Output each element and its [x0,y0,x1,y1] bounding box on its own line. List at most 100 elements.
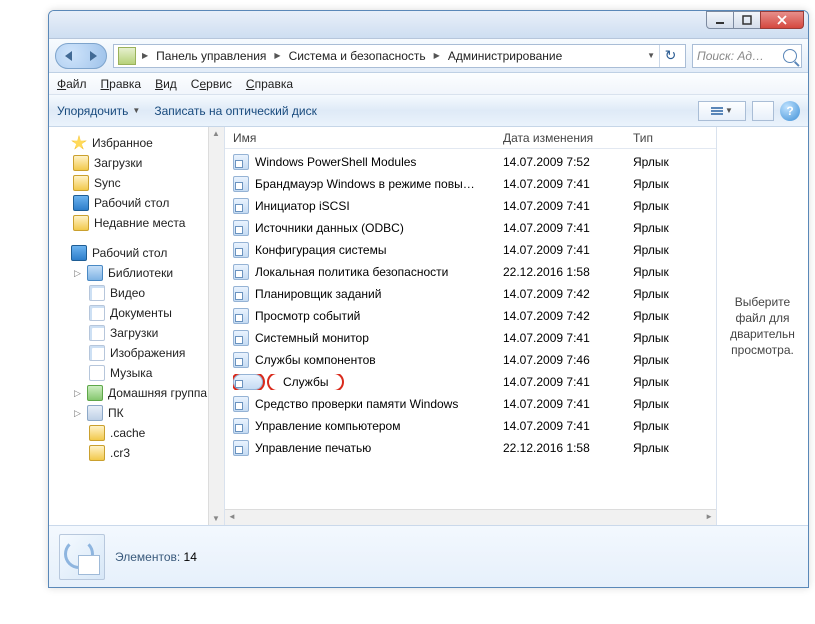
close-button[interactable] [760,11,804,29]
burn-button[interactable]: Записать на оптический диск [154,104,317,118]
file-row[interactable]: Источники данных (ODBC)14.07.2009 7:41Яр… [225,217,716,239]
col-date[interactable]: Дата изменения [503,131,633,145]
sidebar-libraries[interactable]: ▷Библиотеки [49,263,224,283]
crumb-control-panel[interactable]: Панель управления [150,45,272,67]
file-row[interactable]: Системный монитор14.07.2009 7:41Ярлык [225,327,716,349]
file-row[interactable]: Службы компонентов14.07.2009 7:46Ярлык [225,349,716,371]
menu-help[interactable]: Справка [246,77,293,91]
file-name: Источники данных (ODBC) [255,221,404,235]
file-row[interactable]: Конфигурация системы14.07.2009 7:41Ярлык [225,239,716,261]
shortcut-icon [233,242,249,258]
sidebar-item-cache[interactable]: .cache [49,423,224,443]
chevron-right-icon[interactable]: ▶ [140,51,150,60]
organize-button[interactable]: Упорядочить ▼ [57,104,140,118]
file-type: Ярлык [633,441,713,455]
homegroup-icon [87,385,103,401]
file-row[interactable]: Управление печатью 22.12.2016 1:58Ярлык [225,437,716,459]
shortcut-icon [233,220,249,236]
file-row[interactable]: Управление компьютером14.07.2009 7:41Ярл… [225,415,716,437]
file-date: 14.07.2009 7:41 [503,397,633,411]
chevron-down-icon[interactable]: ▼ [647,51,655,60]
file-type: Ярлык [633,419,713,433]
file-name: Планировщик заданий [255,287,381,301]
desktop-icon [71,245,87,261]
file-row[interactable]: Windows PowerShell Modules 14.07.2009 7:5… [225,151,716,173]
menu-tools[interactable]: Сервис [191,77,232,91]
file-row[interactable]: Брандмауэр Windows в режиме повы… 14.07.2… [225,173,716,195]
file-name: Управление компьютером [255,419,400,433]
file-date: 14.07.2009 7:42 [503,309,633,323]
file-name: Инициатор iSCSI [255,199,350,213]
chevron-right-icon[interactable]: ▶ [432,51,442,60]
refresh-button[interactable]: ↻ [659,45,681,67]
shortcut-icon [233,308,249,324]
shortcut-icon [233,352,249,368]
folder-details-icon [59,534,105,580]
sidebar-item-music[interactable]: Музыка [49,363,224,383]
file-date: 14.07.2009 7:46 [503,353,633,367]
file-name: Windows PowerShell Modules [255,155,416,169]
sidebar-item-downloads[interactable]: Загрузки [49,153,224,173]
status-label: Элементов: [115,550,180,564]
sidebar-favorites[interactable]: Избранное [49,133,224,153]
menu-view[interactable]: Вид [155,77,177,91]
sidebar-item-desktop[interactable]: Рабочий стол [49,193,224,213]
pc-icon [87,405,103,421]
nav-back-forward[interactable] [55,43,107,69]
horizontal-scrollbar[interactable] [225,509,716,525]
chevron-right-icon[interactable]: ▶ [272,51,282,60]
sidebar-item-sync[interactable]: Sync [49,173,224,193]
sidebar-homegroup[interactable]: ▷Домашняя группа [49,383,224,403]
menu-edit[interactable]: Правка [101,77,142,91]
sidebar-scrollbar[interactable] [208,127,224,525]
sidebar-item-recent[interactable]: Недавние места [49,213,224,233]
minimize-button[interactable] [706,11,734,29]
file-row[interactable]: Просмотр событий14.07.2009 7:42Ярлык [225,305,716,327]
sidebar-desktop[interactable]: Рабочий стол [49,243,224,263]
file-type: Ярлык [633,375,713,389]
file-name: Системный монитор [255,331,369,345]
file-date: 14.07.2009 7:52 [503,155,633,169]
file-row[interactable]: Инициатор iSCSI14.07.2009 7:41Ярлык [225,195,716,217]
file-name: Управление печатью [255,441,371,455]
navigation-pane: Избранное Загрузки Sync Рабочий стол Нед… [49,127,225,525]
sidebar-pc[interactable]: ▷ПК [49,403,224,423]
breadcrumb[interactable]: ▶ Панель управления ▶ Система и безопасн… [113,44,686,68]
file-type: Ярлык [633,309,713,323]
file-date: 14.07.2009 7:41 [503,177,633,191]
preview-message: Выберите файл для дварительн просмотра. [723,294,802,359]
view-selector[interactable]: ▼ [698,101,746,121]
column-headers[interactable]: Имя Дата изменения Тип [225,127,716,149]
desktop-icon [73,195,89,211]
file-row[interactable]: Средство проверки памяти Windows14.07.20… [225,393,716,415]
maximize-button[interactable] [733,11,761,29]
file-list: Имя Дата изменения Тип Windows PowerShel… [225,127,716,525]
sidebar-item-documents[interactable]: Документы [49,303,224,323]
file-row[interactable]: Планировщик заданий14.07.2009 7:42Ярлык [225,283,716,305]
menu-file[interactable]: Файл [57,77,87,91]
search-icon [783,49,797,63]
file-type: Ярлык [633,243,713,257]
search-input[interactable]: Поиск: Ад… [692,44,802,68]
titlebar[interactable] [49,11,808,39]
help-button[interactable]: ? [780,101,800,121]
file-name: Конфигурация системы [255,243,386,257]
sidebar-item-downloads2[interactable]: Загрузки [49,323,224,343]
file-name: Службы [269,374,342,390]
file-name: Брандмауэр Windows в режиме повы… [255,177,475,191]
sidebar-item-cr3[interactable]: .cr3 [49,443,224,463]
col-name[interactable]: Имя [233,131,503,145]
file-row[interactable]: Локальная политика безопасности22.12.201… [225,261,716,283]
file-type: Ярлык [633,155,713,169]
pictures-icon [89,345,105,361]
crumb-system-security[interactable]: Система и безопасность [283,45,432,67]
crumb-administration[interactable]: Администрирование [442,45,568,67]
file-row[interactable]: Службы14.07.2009 7:41Ярлык [225,371,716,393]
file-date: 22.12.2016 1:58 [503,441,633,455]
shortcut-icon [233,330,249,346]
file-type: Ярлык [633,353,713,367]
preview-pane-toggle[interactable] [752,101,774,121]
col-type[interactable]: Тип [633,131,713,145]
sidebar-item-pictures[interactable]: Изображения [49,343,224,363]
sidebar-item-video[interactable]: Видео [49,283,224,303]
